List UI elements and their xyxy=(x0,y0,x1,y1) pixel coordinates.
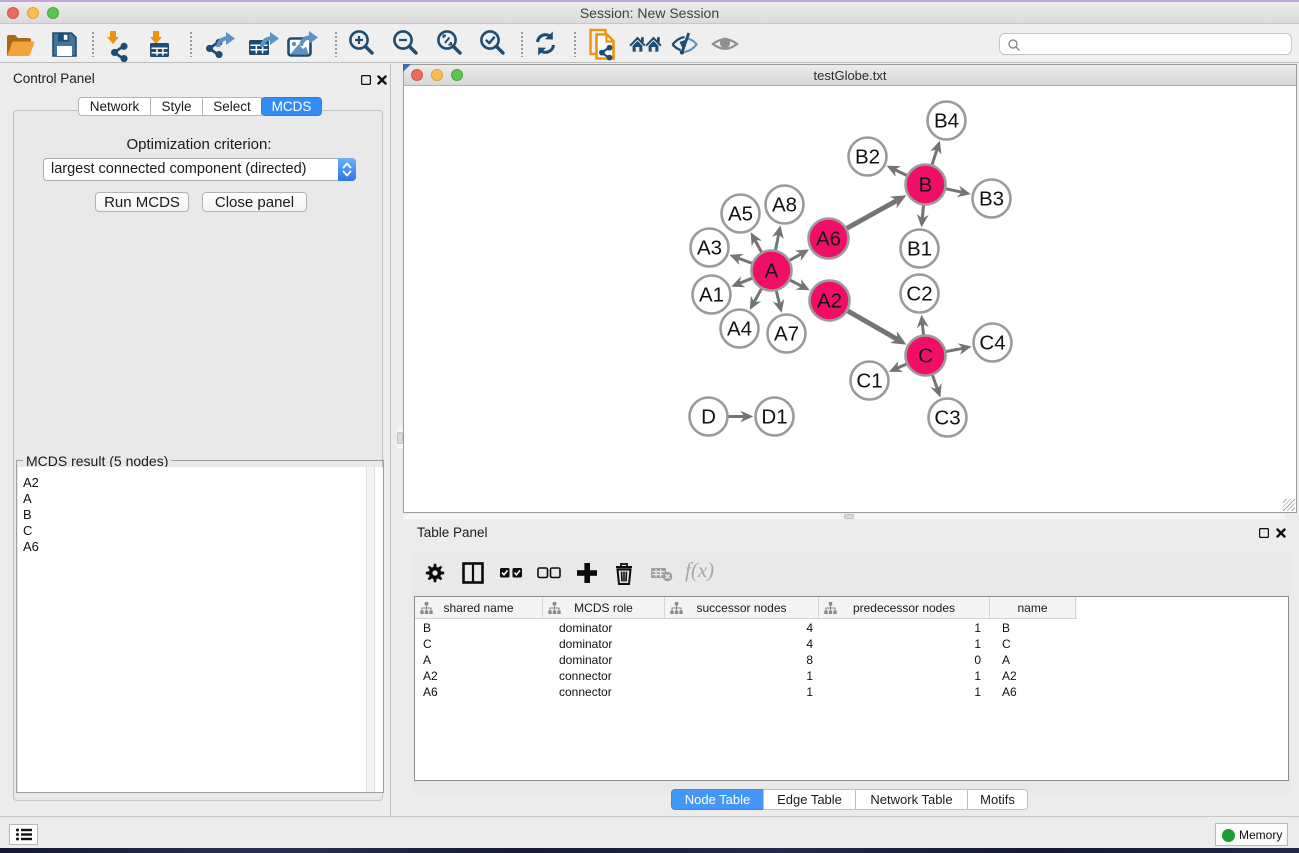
svg-text:A1: A1 xyxy=(699,284,724,307)
svg-text:B1: B1 xyxy=(907,238,932,261)
svg-text:C2: C2 xyxy=(906,283,932,306)
svg-text:A4: A4 xyxy=(727,318,752,341)
svg-text:B: B xyxy=(919,174,933,197)
svg-text:C: C xyxy=(918,345,933,368)
svg-text:A: A xyxy=(765,260,779,283)
svg-text:A6: A6 xyxy=(816,228,841,251)
svg-text:A5: A5 xyxy=(728,203,753,226)
svg-text:B3: B3 xyxy=(979,188,1004,211)
svg-text:C4: C4 xyxy=(979,332,1005,355)
svg-text:A7: A7 xyxy=(774,323,799,346)
svg-text:A8: A8 xyxy=(772,194,797,217)
svg-text:D1: D1 xyxy=(761,406,787,429)
svg-text:A3: A3 xyxy=(697,237,722,260)
svg-text:B2: B2 xyxy=(855,146,880,169)
svg-text:A2: A2 xyxy=(817,290,842,313)
svg-text:C1: C1 xyxy=(856,370,882,393)
svg-text:D: D xyxy=(701,406,716,429)
svg-text:B4: B4 xyxy=(934,110,959,133)
svg-text:C3: C3 xyxy=(934,407,960,430)
